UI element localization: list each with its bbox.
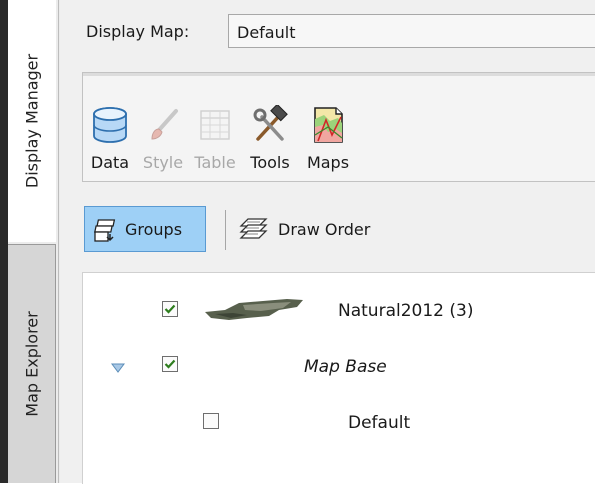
table-button-label: Table (194, 153, 236, 172)
groups-icon (94, 219, 116, 242)
groups-button[interactable]: Groups (84, 206, 206, 252)
tab-map-explorer[interactable]: Map Explorer (8, 244, 56, 483)
display-map-label: Display Map: (86, 22, 190, 41)
tree-row-map-base[interactable]: Map Base (83, 347, 595, 387)
style-button-label: Style (142, 153, 184, 172)
tree-row-natural2012[interactable]: Natural2012 (3) (83, 291, 595, 331)
draw-order-label: Draw Order (278, 220, 371, 239)
layer-checkbox[interactable] (162, 301, 178, 317)
checkmark-icon (164, 359, 176, 369)
table-button[interactable]: Table (189, 73, 241, 181)
ribbon-toolbar: Data Style Table Tools Maps (82, 72, 595, 182)
display-map-dropdown[interactable]: Default (228, 14, 595, 48)
hammer-wrench-icon (253, 105, 288, 141)
tab-display-manager[interactable]: Display Manager (8, 0, 56, 242)
group-checkbox[interactable] (162, 356, 178, 372)
layer-checkbox[interactable] (203, 413, 219, 429)
data-button-label: Data (90, 153, 130, 172)
table-grid-icon (200, 110, 230, 140)
tools-button[interactable]: Tools (241, 73, 299, 181)
tree-row-default[interactable]: Default (83, 401, 595, 441)
maps-button-label: Maps (306, 153, 350, 172)
toolbar-separator (225, 210, 226, 250)
paintbrush-icon (151, 109, 178, 140)
tab-divider (58, 0, 59, 483)
window-edge (0, 0, 8, 483)
display-manager-panel: Display Map: Default Data Style Table To… (60, 0, 595, 484)
style-button[interactable]: Style (137, 73, 189, 181)
checkmark-icon (164, 304, 176, 314)
tools-button-label: Tools (250, 153, 290, 172)
layer-tree: Natural2012 (3) Map Base Default (82, 272, 595, 484)
side-tab-strip: Display Manager Map Explorer (0, 0, 60, 483)
group-label: Map Base (304, 357, 387, 377)
layer-view-bar: Groups Draw Order (60, 196, 595, 266)
layer-label: Natural2012 (3) (338, 301, 474, 321)
display-map-row: Display Map: Default (60, 0, 595, 64)
display-map-value: Default (237, 23, 296, 42)
tab-display-manager-label: Display Manager (22, 53, 41, 189)
tab-map-explorer-label: Map Explorer (22, 311, 41, 417)
maps-button[interactable]: Maps (299, 73, 357, 181)
map-document-icon (314, 107, 343, 143)
draw-order-layers-icon (239, 218, 268, 239)
data-button[interactable]: Data (83, 73, 137, 181)
database-icon (93, 107, 127, 143)
groups-button-label: Groups (125, 220, 183, 239)
layer-label: Default (348, 413, 411, 433)
raster-thumbnail (205, 299, 303, 320)
expand-triangle-icon[interactable] (111, 363, 125, 373)
